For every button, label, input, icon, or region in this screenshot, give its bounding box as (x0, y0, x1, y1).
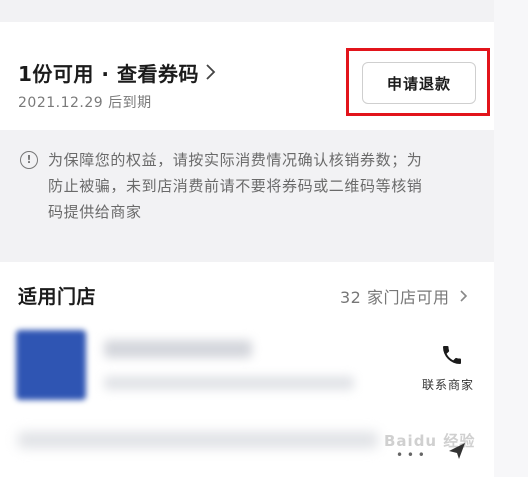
phone-icon[interactable] (440, 343, 464, 367)
notice-line: 防止被骗，未到店消费前请不要将券码或二维码等核销 (48, 177, 423, 195)
store-name-redacted (104, 340, 252, 358)
info-icon: ! (20, 151, 38, 169)
chevron-right-icon (453, 288, 468, 307)
store-address-redacted (104, 376, 354, 390)
notice-text: 为保障您的权益，请按实际消费情况确认核销券数；为 防止被骗，未到店消费前请不要将… (48, 147, 488, 225)
notice-line: 码提供给商家 (48, 203, 142, 221)
stores-title: 适用门店 (18, 286, 97, 308)
store-thumbnail[interactable] (16, 330, 86, 400)
share-icon[interactable] (446, 440, 468, 462)
voucher-expiry: 2021.12.29 后到期 (18, 95, 152, 111)
notice-line: 为保障您的权益，请按实际消费情况确认核销券数；为 (48, 151, 423, 169)
more-dots-icon: • • • (396, 448, 425, 462)
refund-button[interactable]: 申请退款 (362, 62, 476, 104)
stores-count: 32 家门店可用 (340, 288, 450, 307)
voucher-title-link[interactable]: 1份可用 · 查看券码 (18, 58, 217, 87)
stores-count-link[interactable]: 32 家门店可用 (340, 284, 468, 308)
chevron-right-icon (205, 62, 217, 86)
contact-merchant-label[interactable]: 联系商家 (422, 376, 474, 393)
store-row-redacted (18, 432, 378, 448)
right-strip (494, 0, 528, 477)
voucher-title: 1份可用 · 查看券码 (18, 62, 199, 86)
